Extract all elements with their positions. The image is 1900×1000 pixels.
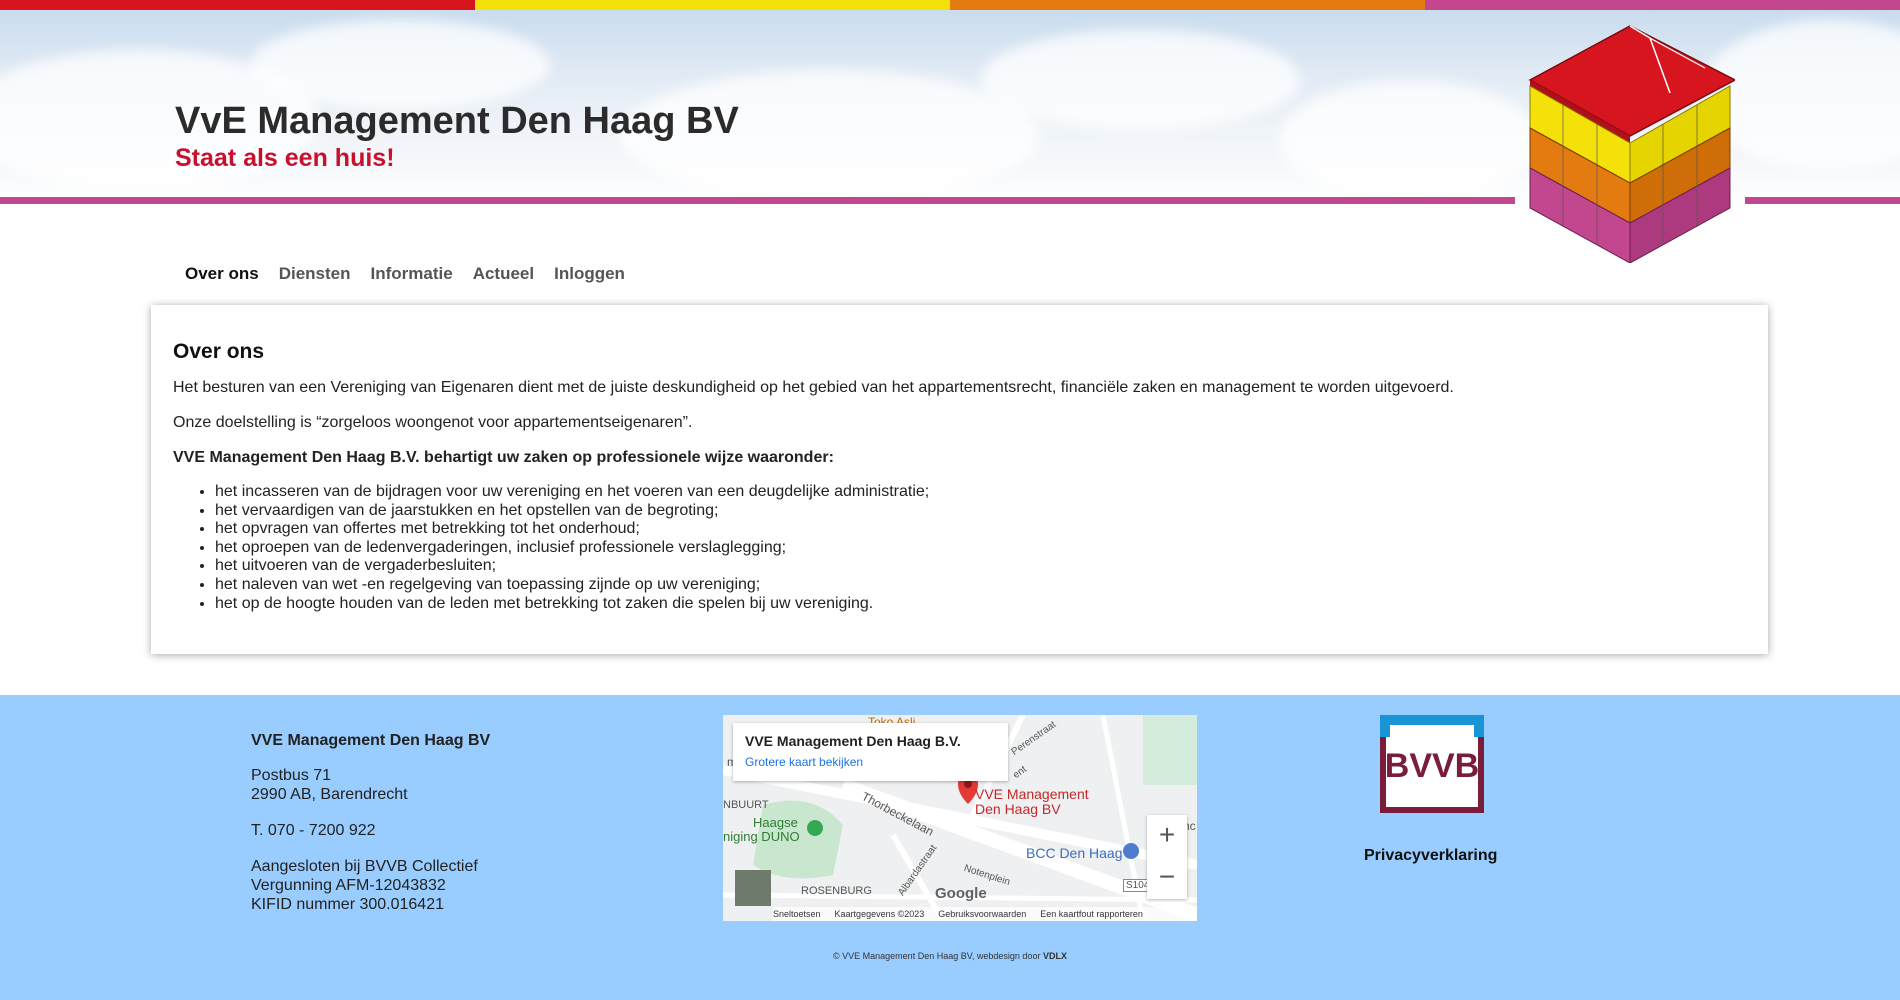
bvvb-logo-text: BVVB xyxy=(1385,747,1479,785)
zoom-in-button[interactable]: + xyxy=(1147,815,1187,857)
vdlx-link[interactable]: VDLX xyxy=(1043,951,1067,961)
list-item: het op de hoogte houden van de leden met… xyxy=(215,595,1746,614)
address-line: 2990 AB, Barendrecht xyxy=(251,786,408,803)
poi-pin-icon[interactable] xyxy=(1123,843,1139,859)
footer-membership: Aangesloten bij BVVB Collectief Vergunni… xyxy=(251,857,490,914)
header-divider-right xyxy=(1745,197,1900,204)
cloud xyxy=(980,30,1300,130)
map-label: niging DUNO xyxy=(723,829,800,844)
map-zoom-controls: + − xyxy=(1147,815,1187,899)
top-color-stripe xyxy=(0,0,1900,10)
footer-phone: T. 070 - 7200 922 xyxy=(251,822,376,839)
nav-diensten[interactable]: Diensten xyxy=(269,262,361,286)
list-item: het naleven van wet -en regelgeving van … xyxy=(215,576,1746,595)
main-nav: Over ons Diensten Informatie Actueel Inl… xyxy=(175,262,635,286)
membership-line: KIFID nummer 300.016421 xyxy=(251,896,444,913)
site-title[interactable]: VvE Management Den Haag BV xyxy=(175,100,739,143)
list-item: het opvragen van offertes met betrekking… xyxy=(215,520,1746,539)
map-label: ROSENBURG xyxy=(801,885,872,897)
map-label: BCC Den Haag xyxy=(1026,845,1123,861)
map-label: Haagse xyxy=(753,815,798,830)
nav-informatie[interactable]: Informatie xyxy=(361,262,463,286)
footer: VVE Management Den Haag BV Postbus 71 29… xyxy=(0,695,1900,1000)
stripe-red xyxy=(0,0,475,10)
bvvb-logo-icon[interactable]: BVVB xyxy=(1380,715,1484,813)
membership-line: Aangesloten bij BVVB Collectief xyxy=(251,858,478,875)
list-item: het incasseren van de bijdragen voor uw … xyxy=(215,483,1746,502)
larger-map-link[interactable]: Grotere kaart bekijken xyxy=(745,755,996,769)
marker-label: VVE Management Den Haag BV xyxy=(975,787,1089,817)
map-attribution: Sneltoetsen Kaartgegevens ©2023 Gebruiks… xyxy=(773,907,1197,921)
site-slogan: Staat als een huis! xyxy=(175,144,395,172)
google-logo: Google xyxy=(935,885,987,902)
stripe-pink xyxy=(1425,0,1900,10)
cloud xyxy=(1280,80,1540,200)
goal-text: Onze doelstelling is “zorgeloos woongeno… xyxy=(173,414,693,431)
list-item: het oproepen van de ledenvergaderingen, … xyxy=(215,539,1746,558)
marker-label-line: VVE Management xyxy=(975,786,1089,802)
nav-over-ons[interactable]: Over ons xyxy=(175,262,269,286)
privacy-link[interactable]: Privacyverklaring xyxy=(1364,847,1497,865)
google-map-embed[interactable]: Toko Asli Perenstraat ent Thorbeckelaan … xyxy=(723,715,1197,921)
poi-pin-icon[interactable] xyxy=(807,820,823,836)
satellite-toggle-icon[interactable] xyxy=(735,870,771,906)
stripe-orange xyxy=(950,0,1425,10)
copyright: © VVE Management Den Haag BV, webdesign … xyxy=(0,951,1900,961)
header-divider-left xyxy=(0,197,1515,204)
house-logo-icon[interactable] xyxy=(1525,18,1735,263)
cloud xyxy=(250,20,550,110)
footer-postal: Postbus 71 2990 AB, Barendrecht xyxy=(251,766,490,804)
report-error-link[interactable]: Een kaartfout rapporteren xyxy=(1040,907,1143,921)
footer-company-name: VVE Management Den Haag BV xyxy=(251,732,491,749)
nav-inloggen[interactable]: Inloggen xyxy=(544,262,635,286)
map-data-text: Kaartgegevens ©2023 xyxy=(834,909,925,919)
map-label: NBUURT xyxy=(723,799,769,811)
services-list: het incasseren van de bijdragen voor uw … xyxy=(173,483,1746,613)
page-title: Over ons xyxy=(173,340,265,363)
membership-line: Vergunning AFM-12043832 xyxy=(251,877,446,894)
stripe-yellow xyxy=(475,0,950,10)
marker-label-line: Den Haag BV xyxy=(975,801,1061,817)
map-info-card: VVE Management Den Haag B.V. Grotere kaa… xyxy=(733,723,1008,781)
footer-address: VVE Management Den Haag BV Postbus 71 29… xyxy=(251,731,490,914)
lead-text: VVE Management Den Haag B.V. behartigt u… xyxy=(173,449,834,466)
list-item: het vervaardigen van de jaarstukken en h… xyxy=(215,502,1746,521)
intro-text: Het besturen van een Vereniging van Eige… xyxy=(173,379,1454,396)
zoom-out-button[interactable]: − xyxy=(1147,857,1187,899)
address-line: Postbus 71 xyxy=(251,767,332,784)
content-card: Over ons Het besturen van een Vereniging… xyxy=(151,305,1768,654)
shortcuts-link[interactable]: Sneltoetsen xyxy=(773,907,821,921)
list-item: het uitvoeren van de vergaderbesluiten; xyxy=(215,557,1746,576)
map-place-name: VVE Management Den Haag B.V. xyxy=(745,733,961,749)
copyright-text: © VVE Management Den Haag BV, webdesign … xyxy=(833,951,1041,961)
terms-link[interactable]: Gebruiksvoorwaarden xyxy=(938,907,1026,921)
nav-actueel[interactable]: Actueel xyxy=(463,262,544,286)
